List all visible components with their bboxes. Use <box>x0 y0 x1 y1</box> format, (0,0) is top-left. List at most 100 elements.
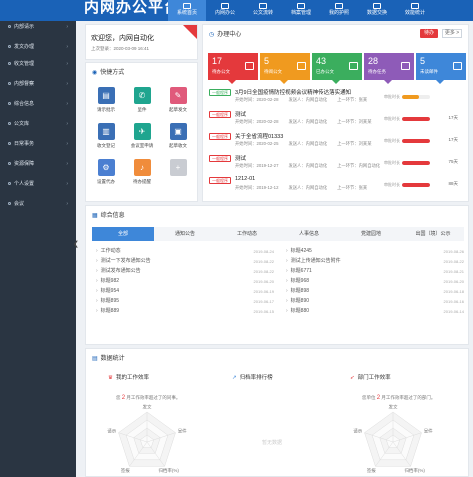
news-item-link[interactable]: › 标题895 <box>96 297 119 306</box>
info-tab[interactable]: 全部 <box>92 227 154 241</box>
status-tile[interactable]: 43 已办公文 <box>312 53 362 84</box>
sidebar-item[interactable]: 内部督察 › <box>0 75 76 93</box>
progress-days: 17天 <box>448 137 458 142</box>
sidebar-item[interactable]: 资源保障 › <box>0 155 76 173</box>
top-nav-item[interactable]: 公文流转 <box>244 0 282 21</box>
todo-row[interactable]: 一般程序 3月9日全国疫情防控视频会议精神传达落实通知 开始时间：2020-02-2… <box>209 87 464 109</box>
news-item-link[interactable]: › 标题880 <box>286 307 309 316</box>
sidebar-item[interactable]: 个人设置 › <box>0 175 76 193</box>
info-tab[interactable]: 人事信息 <box>278 227 340 241</box>
sidebar-item[interactable]: 日常事务 › <box>0 135 76 153</box>
status-tile[interactable]: 5 待阅公文 <box>260 53 310 84</box>
shortcut-item[interactable]: ♪ 待办提醒 <box>127 159 157 185</box>
more-button[interactable]: 更多 > <box>442 29 462 38</box>
status-tile[interactable]: 5 未读邮件 <box>416 53 466 84</box>
status-tile[interactable]: 17 待办公文 <box>208 53 258 84</box>
todo-title-link[interactable]: 1212-01 <box>235 176 255 182</box>
sidebar-item-icon <box>8 62 11 66</box>
news-item-link[interactable]: › 测试上传通知公告附件 <box>286 257 341 266</box>
shortcut-item[interactable]: ▥ 收文登记 <box>91 123 121 149</box>
top-nav-label: 内网办公 <box>214 10 235 16</box>
top-nav-item[interactable]: 效能统计 <box>396 0 434 21</box>
shortcut-label: 请示批示 <box>97 107 115 112</box>
sidebar-item-icon <box>8 182 11 186</box>
news-item-link[interactable]: › 测试一下发布通知公告 <box>96 257 151 266</box>
todo-title-link[interactable]: 3月9日全国疫情防控视频会议精神传达落实通知 <box>235 88 351 96</box>
info-tab[interactable]: 工作动态 <box>216 227 278 241</box>
todo-row[interactable]: 一般程序 1212-01 开始时间：2019-12-12 发送人：内网自动化 上一环节：… <box>209 175 464 197</box>
chevron-right-icon: › <box>66 101 68 107</box>
bullet: › <box>286 268 288 274</box>
todo-row[interactable]: 一般程序 测试 开始时间：2020-02-28 发送人：内网自动化 上一环节：刘某某 审批… <box>209 109 464 131</box>
top-nav-item[interactable]: 数据交换 <box>358 0 396 21</box>
top-nav-item[interactable]: 内网办公 <box>206 0 244 21</box>
news-item-date: 2019-08-26 <box>443 249 464 254</box>
phone-icon: ✆ <box>133 87 151 104</box>
sidebar-item-icon <box>8 162 11 166</box>
todo-title-link[interactable]: 测试 <box>235 154 246 162</box>
priority-tag: 一般程序 <box>209 111 231 118</box>
progress-bar <box>402 95 430 99</box>
chevron-right-icon: › <box>66 121 68 127</box>
bullet: › <box>286 308 288 314</box>
news-item-link[interactable]: › 标题968 <box>286 277 309 286</box>
news-item-link[interactable]: › 标题890 <box>286 297 309 306</box>
news-item-link[interactable]: › 标题6771 <box>286 267 312 276</box>
sidebar-item[interactable]: 会议 › <box>0 195 76 213</box>
sidebar-collapse-icon[interactable]: ❮ <box>73 240 79 248</box>
news-item-title: 标题968 <box>290 278 310 284</box>
shortcut-item[interactable]: ▤ 请示批示 <box>91 87 121 113</box>
meta-step: 上一环节：张某 <box>337 185 368 190</box>
info-tab[interactable]: 党建园地 <box>340 227 402 241</box>
todo-title-link[interactable]: 关于全省流程01333 <box>235 132 283 140</box>
top-nav-item[interactable]: 系统首页 <box>168 0 206 21</box>
top-nav-label: 公文流转 <box>252 10 273 16</box>
my-efficiency-radar: 发文呈件归档率(%) 签报 请示 <box>107 404 187 474</box>
nav-icon <box>221 3 229 9</box>
sidebar-item-label: 个人设置 <box>14 181 35 187</box>
status-tile[interactable]: 28 待办任务 <box>364 53 414 84</box>
shortcut-item[interactable]: ▣ 起草收文 <box>163 123 193 149</box>
news-item-link[interactable]: › 测试发布通知公告 <box>96 267 141 276</box>
shortcut-item[interactable]: ✆ 呈件 <box>127 87 157 113</box>
tile-icon <box>245 62 254 70</box>
news-item-link[interactable]: › 标题954 <box>96 287 119 296</box>
news-item-title: 测试发布通知公告 <box>100 268 141 274</box>
news-item-link[interactable]: › 标题982 <box>96 277 119 286</box>
top-nav-item[interactable]: 我的护照 <box>320 0 358 21</box>
todo-button[interactable]: 待办 <box>420 29 438 38</box>
progress-fill <box>402 183 430 187</box>
shortcut-item[interactable]: + <box>163 159 193 179</box>
info-tab[interactable]: 通知公告 <box>154 227 216 241</box>
shortcut-item[interactable]: ⚙ 设置代办 <box>91 159 121 185</box>
top-nav-item[interactable]: 档案管理 <box>282 0 320 21</box>
bullet: › <box>96 308 98 314</box>
sidebar-item-label: 会议 <box>14 201 25 207</box>
news-item-link[interactable]: › 工作动态 <box>96 247 121 256</box>
top-nav-label: 档案管理 <box>290 10 311 16</box>
info-tab[interactable]: 出国（境）公示 <box>402 227 464 241</box>
todo-row[interactable]: 一般程序 测试 开始时间：2019-12-27 发送人：内网自动化 上一环节：内网自动化… <box>209 153 464 175</box>
news-item-link[interactable]: › 标题898 <box>286 287 309 296</box>
sidebar-item[interactable]: 公文库 › <box>0 115 76 133</box>
tile-count: 28 <box>368 56 379 66</box>
nav-icon <box>411 3 419 9</box>
tile-label: 已办公文 <box>316 69 334 74</box>
sidebar-item[interactable]: 发文办理 › <box>0 38 76 56</box>
sidebar-item[interactable]: 收文管理 › <box>0 55 76 73</box>
shortcut-item[interactable]: ✈ 会议室申请 <box>127 123 157 149</box>
shortcut-item[interactable]: ✎ 起草发文 <box>163 87 193 113</box>
news-item-date: 2019-06-14 <box>443 309 464 314</box>
todo-title-link[interactable]: 测试 <box>235 110 246 118</box>
todo-meta: 开始时间：2020-02-25 发送人：内网自动化 上一环节：刘某某 <box>235 141 382 147</box>
bullet: › <box>286 258 288 264</box>
priority-tag: 一般程序 <box>209 177 231 184</box>
sidebar-item-icon <box>8 202 11 206</box>
shortcut-label: 呈件 <box>137 107 147 112</box>
news-item-link[interactable]: › 标题4245 <box>286 247 312 256</box>
sidebar-item[interactable]: 综合信息 › <box>0 95 76 113</box>
todo-row[interactable]: 一般程序 关于全省流程01333 开始时间：2020-02-25 发送人：内网自动化 上… <box>209 131 464 153</box>
tile-pointer <box>384 80 392 84</box>
sidebar-item-icon <box>8 102 11 106</box>
news-item-link[interactable]: › 标题889 <box>96 307 119 316</box>
